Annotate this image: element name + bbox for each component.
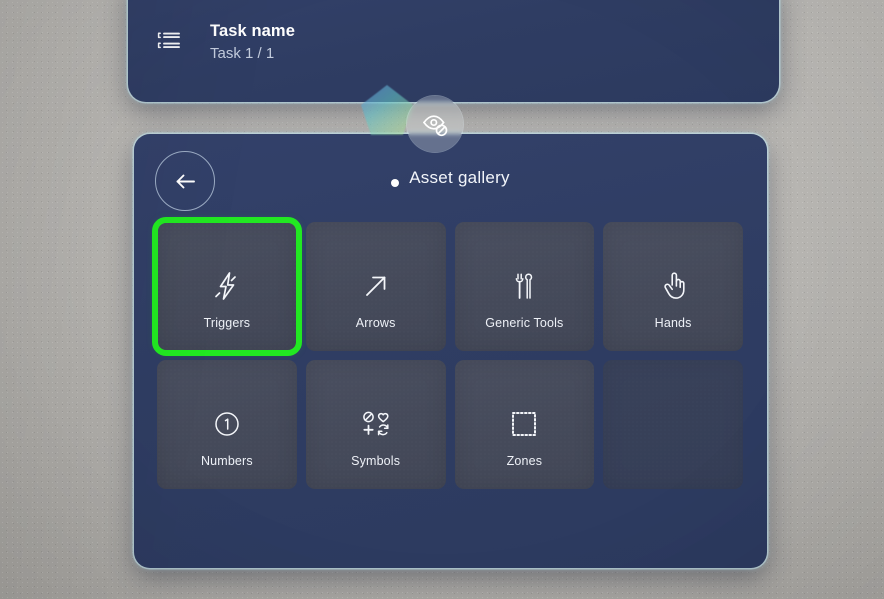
gallery-title-row: Asset gallery	[134, 168, 767, 188]
asset-tile-zones[interactable]: Zones	[454, 360, 595, 489]
task-card[interactable]: Task name Task 1 / 1	[128, 0, 779, 102]
symbols-grid-icon	[306, 407, 446, 441]
pointing-hand-icon	[603, 269, 743, 303]
asset-tile-label: Arrows	[355, 316, 396, 330]
hide-toggle-button[interactable]	[407, 96, 463, 152]
asset-gallery-panel: Asset gallery Triggers Arrows Generic To…	[134, 134, 767, 568]
arrow-up-right-icon	[306, 269, 446, 303]
task-text-block: Task name Task 1 / 1	[210, 22, 295, 62]
lightning-bolt-icon	[157, 269, 297, 303]
task-progress: Task 1 / 1	[210, 45, 275, 62]
status-dot	[391, 178, 400, 187]
asset-tile-label: Numbers	[200, 454, 253, 468]
asset-tile-symbols[interactable]: Symbols	[305, 360, 446, 489]
mixed-reality-scene: Task name Task 1 / 1 Asset gallery Trigg…	[0, 0, 884, 599]
asset-tile-label: Zones	[506, 454, 543, 468]
asset-tile-hands[interactable]: Hands	[603, 222, 743, 351]
asset-tile-arrows[interactable]: Arrows	[305, 222, 446, 351]
gallery-header: Asset gallery	[134, 134, 767, 234]
asset-tile-label: Hands	[654, 316, 692, 330]
task-title: Task name	[210, 22, 295, 40]
asset-tile-label: Triggers	[203, 316, 251, 330]
asset-tile-label: Generic Tools	[485, 316, 564, 330]
asset-tile-label: Symbols	[351, 454, 401, 468]
asset-tile-generic-tools[interactable]: Generic Tools	[454, 222, 595, 351]
page-title: Asset gallery	[409, 168, 510, 187]
dotted-square-icon	[455, 407, 595, 441]
asset-grid: Triggers Arrows Generic Tools Hands Numb…	[152, 217, 743, 489]
asset-tile-empty	[603, 360, 743, 489]
task-list-icon	[156, 29, 182, 55]
tools-icon	[455, 269, 595, 303]
asset-tile-numbers[interactable]: Numbers	[157, 360, 297, 489]
circled-one-icon	[157, 407, 297, 441]
asset-tile-triggers[interactable]: Triggers	[152, 217, 302, 356]
eye-hide-icon	[422, 114, 447, 136]
